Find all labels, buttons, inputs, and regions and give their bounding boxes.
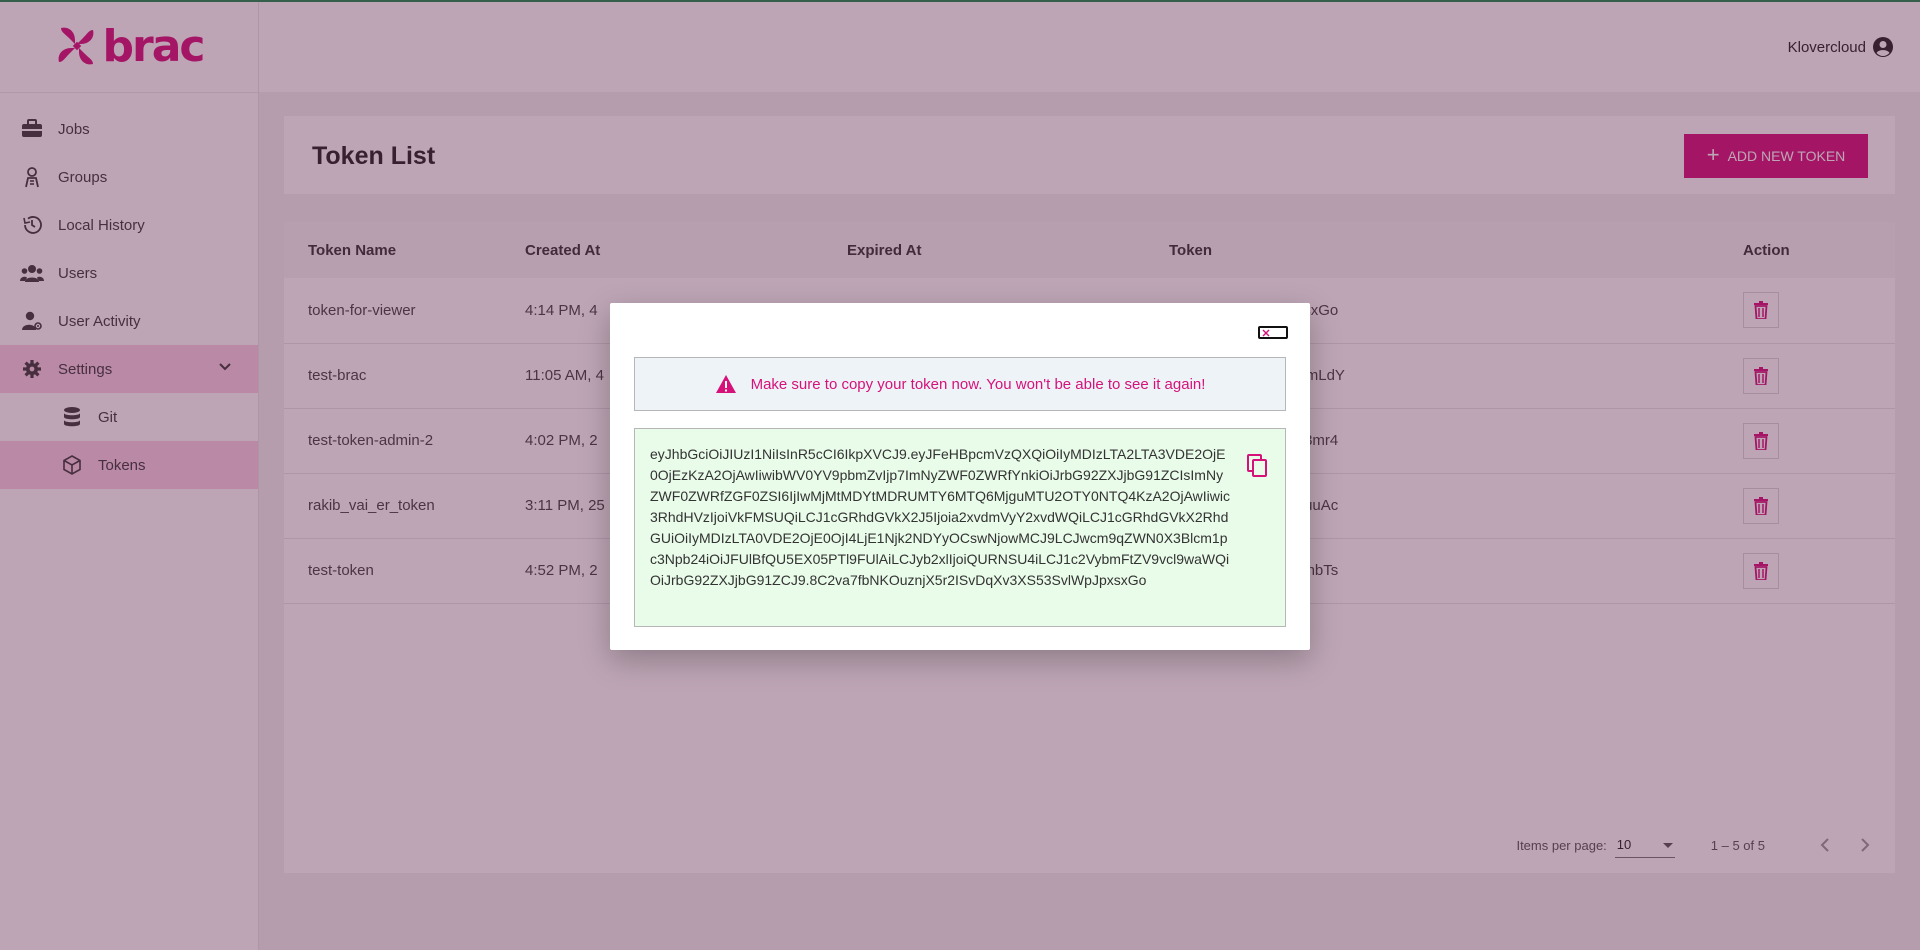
token-value[interactable]: eyJhbGciOiJIUzI1NiIsInR5cCI6IkpXVCJ9.eyJ… (650, 444, 1230, 591)
token-warning-banner: Make sure to copy your token now. You wo… (634, 357, 1286, 411)
copy-icon (1247, 454, 1267, 477)
copy-token-button[interactable] (1245, 453, 1271, 479)
token-display-box: eyJhbGciOiJIUzI1NiIsInR5cCI6IkpXVCJ9.eyJ… (634, 428, 1286, 627)
warning-icon (715, 375, 736, 393)
close-button[interactable] (1258, 326, 1288, 339)
close-icon (1262, 329, 1270, 336)
token-warning-text: Make sure to copy your token now. You wo… (750, 375, 1206, 393)
token-dialog: Make sure to copy your token now. You wo… (610, 303, 1310, 650)
